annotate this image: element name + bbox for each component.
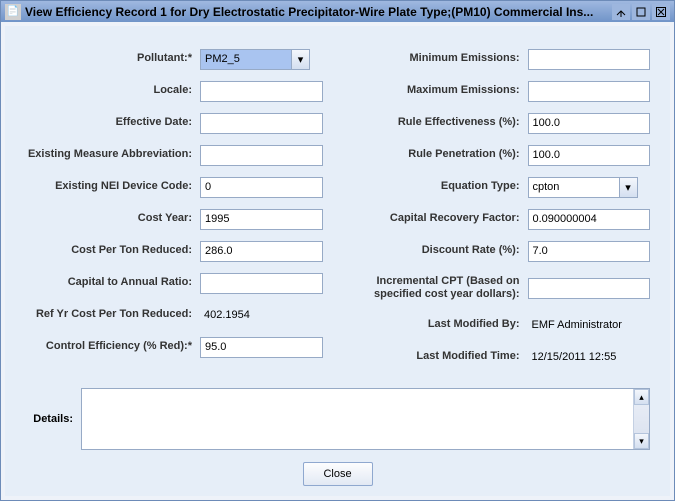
locale-input[interactable] (200, 81, 323, 102)
details-box: ▴ ▾ (81, 388, 650, 450)
chevron-down-icon: ▾ (291, 50, 309, 69)
ref-yr-cptr-label: Ref Yr Cost Per Ton Reduced: (25, 308, 200, 321)
last-modified-by-value: EMF Administrator (528, 319, 651, 331)
existing-nei-device-code-label: Existing NEI Device Code: (25, 180, 200, 193)
equation-type-select[interactable]: cpton ▾ (528, 177, 638, 198)
details-row: Details: ▴ ▾ (25, 388, 650, 450)
pollutant-label: Pollutant:* (25, 52, 200, 65)
equation-type-label: Equation Type: (353, 180, 528, 193)
pollutant-value: PM2_5 (205, 53, 240, 65)
capital-annual-ratio-input[interactable] (200, 273, 323, 294)
control-efficiency-input[interactable] (200, 337, 323, 358)
discount-rate-label: Discount Rate (%): (353, 244, 528, 257)
last-modified-by-label: Last Modified By: (353, 318, 528, 331)
pollutant-select[interactable]: PM2_5 ▾ (200, 49, 310, 70)
cost-year-label: Cost Year: (25, 212, 200, 225)
existing-nei-device-code-input[interactable] (200, 177, 323, 198)
equation-type-value: cpton (533, 181, 560, 193)
capital-annual-ratio-label: Capital to Annual Ratio: (25, 276, 200, 289)
rule-effectiveness-input[interactable] (528, 113, 651, 134)
control-efficiency-label: Control Efficiency (% Red):* (25, 340, 200, 353)
details-label: Details: (25, 413, 81, 425)
existing-measure-abbr-input[interactable] (200, 145, 323, 166)
maximum-emissions-label: Maximum Emissions: (353, 84, 528, 97)
effective-date-label: Effective Date: (25, 116, 200, 129)
incremental-cpt-input[interactable] (528, 278, 651, 299)
scroll-up-icon[interactable]: ▴ (634, 389, 649, 405)
capital-recovery-label: Capital Recovery Factor: (353, 212, 528, 225)
scroll-down-icon[interactable]: ▾ (634, 433, 649, 449)
last-modified-time-label: Last Modified Time: (353, 350, 528, 363)
maximum-emissions-input[interactable] (528, 81, 651, 102)
maximize-button[interactable] (632, 4, 650, 20)
capital-recovery-input[interactable] (528, 209, 651, 230)
rule-effectiveness-label: Rule Effectiveness (%): (353, 116, 528, 129)
form-content: Pollutant:* PM2_5 ▾ Locale: Effective Da… (5, 26, 670, 496)
titlebar: 📄 View Efficiency Record 1 for Dry Elect… (1, 1, 674, 22)
incremental-cpt-label: Incremental CPT (Based on specified cost… (353, 275, 528, 301)
details-textarea[interactable] (82, 389, 633, 449)
form-grid: Pollutant:* PM2_5 ▾ Locale: Effective Da… (25, 46, 650, 376)
rule-penetration-input[interactable] (528, 145, 651, 166)
cost-year-input[interactable] (200, 209, 323, 230)
chevron-down-icon: ▾ (619, 178, 637, 197)
cost-per-ton-input[interactable] (200, 241, 323, 262)
close-window-button[interactable] (652, 4, 670, 20)
dialog-window: 📄 View Efficiency Record 1 for Dry Elect… (0, 0, 675, 501)
restore-button[interactable] (612, 4, 630, 20)
window-icon: 📄 (5, 4, 21, 20)
minimum-emissions-input[interactable] (528, 49, 651, 70)
existing-measure-abbr-label: Existing Measure Abbreviation: (25, 148, 200, 161)
last-modified-time-value: 12/15/2011 12:55 (528, 351, 651, 363)
cost-per-ton-label: Cost Per Ton Reduced: (25, 244, 200, 257)
rule-penetration-label: Rule Penetration (%): (353, 148, 528, 161)
minimum-emissions-label: Minimum Emissions: (353, 52, 528, 65)
locale-label: Locale: (25, 84, 200, 97)
discount-rate-input[interactable] (528, 241, 651, 262)
close-button[interactable]: Close (303, 462, 373, 486)
effective-date-input[interactable] (200, 113, 323, 134)
left-column: Pollutant:* PM2_5 ▾ Locale: Effective Da… (25, 46, 323, 376)
window-title: View Efficiency Record 1 for Dry Electro… (25, 5, 606, 19)
right-column: Minimum Emissions: Maximum Emissions: Ru… (353, 46, 651, 376)
details-scrollbar[interactable]: ▴ ▾ (633, 389, 649, 449)
window-controls (612, 4, 670, 20)
ref-yr-cptr-value: 402.1954 (200, 309, 323, 321)
button-row: Close (25, 450, 650, 486)
